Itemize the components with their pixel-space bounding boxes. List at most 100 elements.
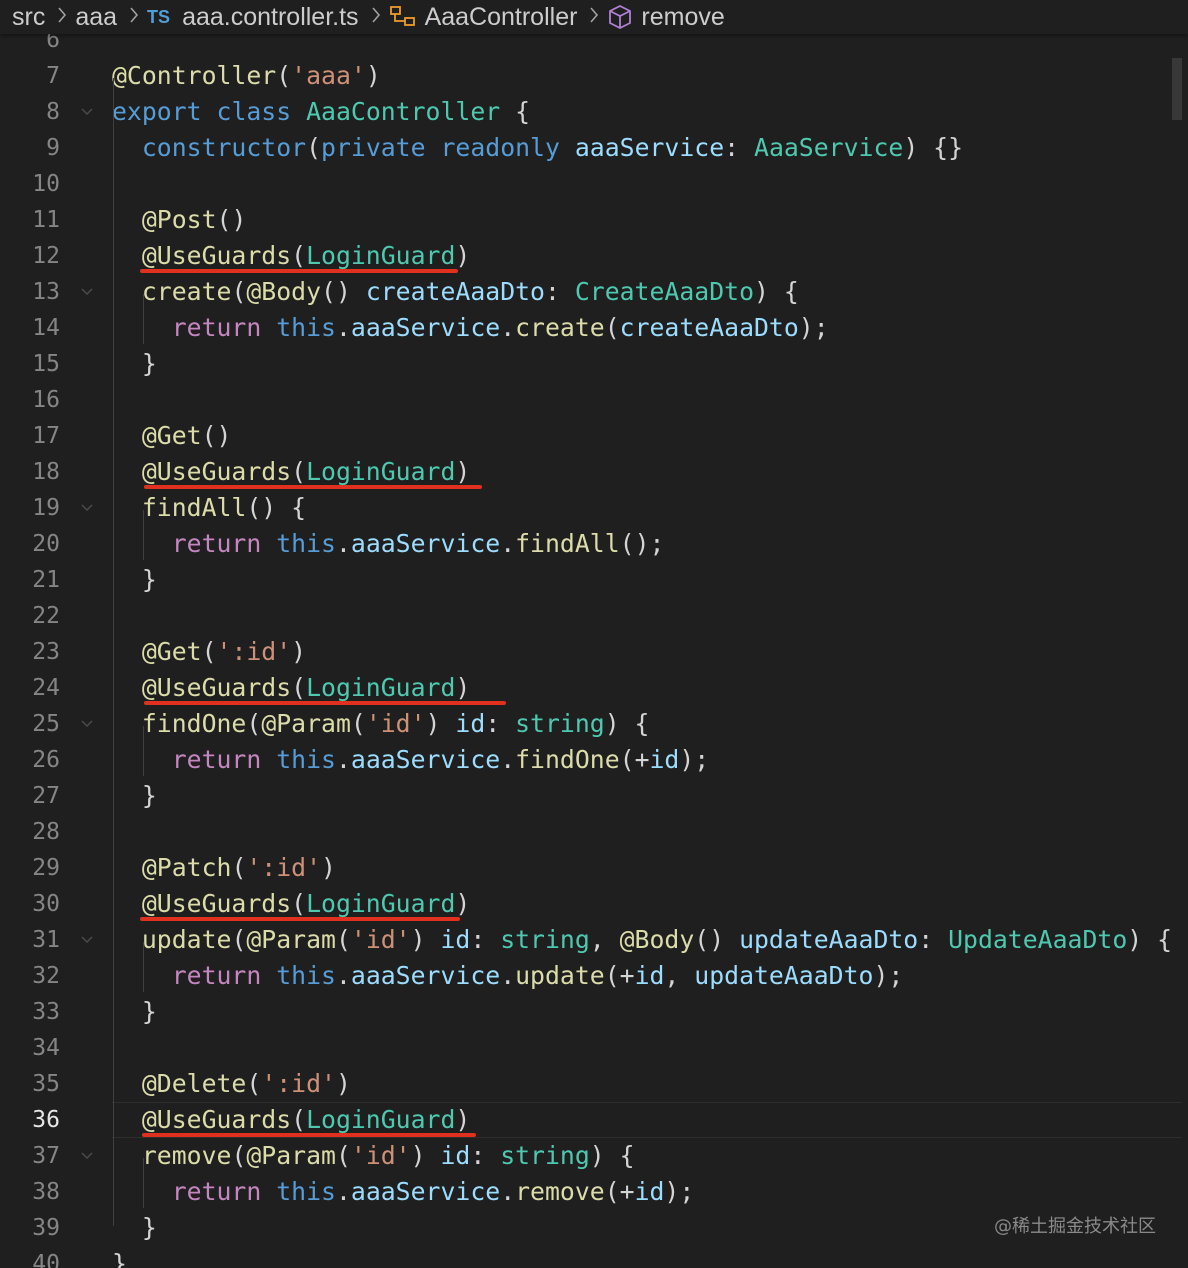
token: . [500,529,516,558]
token: LoginGuard [306,457,456,486]
line-number: 10 [32,171,60,197]
token: this [276,1177,336,1206]
code-line[interactable]: 20 return this.aaaService.findAll(); [0,526,1188,562]
token: ); [798,313,829,342]
fold-chevron-icon[interactable] [80,94,100,130]
code-line[interactable]: 35 @Delete(':id') [0,1066,1188,1102]
token: : [470,1141,501,1170]
code-line[interactable]: 26 return this.aaaService.findOne(+id); [0,742,1188,778]
code-line[interactable]: 37 remove(@Param('id') id: string) { [0,1138,1188,1174]
breadcrumb-item-file[interactable]: TS aaa.controller.ts [147,3,359,32]
code-line[interactable]: 19 findAll() { [0,490,1188,526]
code-line[interactable]: 14 return this.aaaService.create(createA… [0,310,1188,346]
breadcrumb-item-class[interactable]: AaaController [389,2,578,32]
indent-guide [143,294,144,344]
code-line[interactable]: 31 update(@Param('id') id: string, @Body… [0,922,1188,958]
token: } [112,1249,127,1268]
code-line[interactable]: 28 [0,814,1188,850]
breadcrumb-item-method[interactable]: remove [607,3,725,32]
watermark: @稀土掘金技术社区 [994,1216,1156,1237]
fold-chevron-icon[interactable] [80,274,100,310]
token: . [500,745,516,774]
token: string [500,1141,590,1170]
token: id [440,1141,471,1170]
scrollbar-thumb[interactable] [1172,58,1182,120]
token: . [335,313,351,342]
breadcrumb-item-aaa[interactable]: aaa [75,3,117,32]
code-line[interactable]: 25 findOne(@Param('id') id: string) { [0,706,1188,742]
token: ) { [754,277,799,306]
token: CreateAaaDto [574,277,754,306]
token: ) [291,637,307,666]
code-line[interactable]: 29 @Patch(':id') [0,850,1188,886]
code-text: @Get(':id') [112,634,306,670]
breadcrumb-label: AaaController [424,2,578,31]
code-line[interactable]: 22 [0,598,1188,634]
fold-chevron-icon[interactable] [80,1138,100,1174]
token: remove [515,1177,605,1206]
token: @UseGuards [141,889,292,918]
code-line[interactable]: 38 return this.aaaService.remove(+id); [0,1174,1188,1210]
code-line[interactable]: 32 return this.aaaService.update(+id, up… [0,958,1188,994]
red-annotation-underline [140,269,458,273]
code-line[interactable]: 27 } [0,778,1188,814]
code-line[interactable]: 33 } [0,994,1188,1030]
token: 'id' [350,925,411,954]
code-line[interactable]: 7 @Controller('aaa') [0,58,1188,94]
code-line[interactable]: 21 } [0,562,1188,598]
code-line[interactable]: 34 [0,1030,1188,1066]
code-editor[interactable]: 6 7 @Controller('aaa') 8 export class AaaCon… [0,22,1188,1268]
token: : [724,133,755,162]
token: aaaService [574,133,725,162]
code-line[interactable]: 16 [0,382,1188,418]
code-line[interactable]: 11 @Post() [0,202,1188,238]
code-line[interactable]: 10 [0,166,1188,202]
fold-chevron-icon[interactable] [80,706,100,742]
breadcrumb-item-src[interactable]: src [0,3,45,32]
code-text: return this.aaaService.findOne(+id); [112,742,710,778]
token: ( [335,1141,351,1170]
code-line[interactable]: 40} [0,1246,1188,1268]
code-text: } [112,1246,127,1268]
token: create [515,313,605,342]
code-line[interactable]: 23 @Get(':id') [0,634,1188,670]
token: @Body [246,277,322,306]
token: 'id' [350,1141,411,1170]
token: } [112,1213,157,1242]
token: } [112,565,157,594]
token: ( [231,853,247,882]
token: @UseGuards [141,673,292,702]
token: : [544,277,575,306]
token: . [500,1177,516,1206]
token: @Get [141,421,202,450]
token: private [321,133,426,162]
token: @Param [261,709,351,738]
token: . [500,313,516,342]
line-number: 34 [32,1035,60,1061]
token: . [335,745,351,774]
token: () { [246,493,307,522]
fold-chevron-icon[interactable] [80,490,100,526]
fold-chevron-icon[interactable] [80,922,100,958]
code-text: return this.aaaService.findAll(); [112,526,665,562]
token: LoginGuard [306,241,456,270]
code-line[interactable]: 15 } [0,346,1188,382]
breadcrumb-label: aaa [75,2,118,31]
token: aaaService [350,529,501,558]
code-line[interactable]: 8 export class AaaController { [0,94,1188,130]
line-number: 21 [32,567,60,593]
token: (); [619,529,665,558]
code-line[interactable]: 13 create(@Body() createAaaDto: CreateAa… [0,274,1188,310]
token: ( [291,889,307,918]
token: ); [679,745,710,774]
code-line[interactable]: 17 @Get() [0,418,1188,454]
code-line[interactable]: 9 constructor(private readonly aaaServic… [0,130,1188,166]
